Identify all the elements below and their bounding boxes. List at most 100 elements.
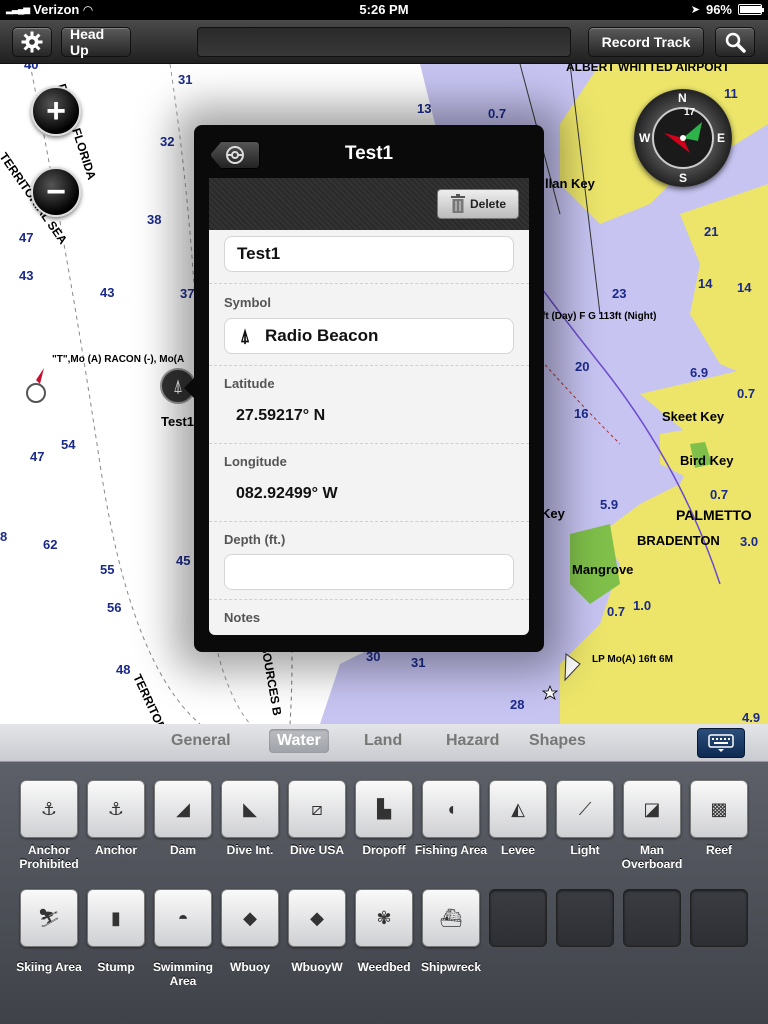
light-icon: ⟋ [578, 798, 592, 819]
compass-north: N [678, 91, 687, 105]
symbol-label: Swimming Area [152, 960, 213, 988]
depth-sounding: 20 [575, 359, 590, 374]
wbuoyw-icon: ◆ [310, 907, 324, 928]
symbol-button-man-overboard[interactable]: ◪ [623, 780, 681, 838]
symbol-label: Man Overboard [621, 843, 683, 871]
tab-land[interactable]: Land [364, 732, 402, 750]
symbol-button-weedbed[interactable]: ✾ [355, 889, 413, 947]
symbol-label: Stump [97, 960, 135, 974]
depth-sounding: 43 [19, 268, 34, 283]
mangrove-label: Mangrove [572, 562, 634, 577]
symbol-button-wbuoyw[interactable]: ◆ [288, 889, 346, 947]
tab-general[interactable]: General [171, 732, 231, 750]
status-bar: ▂▃▄▅ Verizon ◠ 5:26 PM ➤ 96% [0, 0, 768, 20]
compass[interactable]: N S E W 17 [634, 89, 732, 187]
delete-button[interactable]: Delete [437, 189, 519, 219]
top-toolbar: Head Up Record Track [0, 20, 768, 64]
symbol-button-skiing-area[interactable]: ⛷ [20, 889, 78, 947]
symbol-button-dive-int[interactable]: ◣ [221, 780, 279, 838]
depth-sounding: 1.0 [633, 598, 652, 613]
tab-water[interactable]: Water [269, 729, 329, 753]
symbol-button-shipwreck[interactable]: ⛴ [422, 889, 480, 947]
symbol-button-reef[interactable]: ▩ [690, 780, 748, 838]
symbol-label: Reef [705, 843, 732, 857]
settings-button[interactable] [12, 27, 52, 57]
symbol-button-wbuoy[interactable]: ◆ [221, 889, 279, 947]
anchor-icon: ⚓ [107, 798, 125, 819]
symbol-field[interactable]: ⍋ Radio Beacon [224, 318, 514, 354]
zoom-in-button[interactable]: + [31, 86, 81, 136]
reef-icon: ▩ [710, 798, 728, 819]
waypoint-detail-popup: Test1 Delete Test1 Symbol ⍋ Radio Beacon [184, 125, 544, 652]
depth-sounding: 21 [704, 224, 719, 239]
depth-sounding: 47 [30, 449, 45, 464]
depth-sounding: 5.9 [600, 497, 619, 512]
light-label: LP Mo(A) 16ft 6M [592, 654, 673, 665]
symbol-button-anchor-prohibited[interactable]: ⚓ [20, 780, 78, 838]
popup-form: Test1 Symbol ⍋ Radio Beacon Latitude 27.… [209, 230, 529, 635]
depth-sounding: 4.9 [742, 710, 761, 724]
symbol-label: WbuoyW [291, 960, 343, 974]
key-label-2: Key [541, 506, 565, 521]
symbol-button-levee[interactable]: ◭ [489, 780, 547, 838]
symbol-label: Dive Int. [226, 843, 274, 857]
symbol-button-swimming-area[interactable]: ◓ [154, 889, 212, 947]
empty-symbol-slot [623, 889, 681, 947]
search-button[interactable] [715, 27, 755, 57]
symbol-button-dam[interactable]: ◢ [154, 780, 212, 838]
popup-title: Test1 [344, 143, 394, 164]
depth-sounding: 0.7 [488, 106, 507, 121]
depth-field[interactable] [224, 554, 514, 590]
record-track-button[interactable]: Record Track [588, 27, 704, 57]
depth-sounding: 38 [147, 212, 162, 227]
radio-beacon-icon: ⍋ [172, 375, 184, 396]
symbol-grid: Anchor Prohibited ⚓ Anchor ⚓ Dam ◢ Dive Int. ◣ D… [0, 762, 768, 1024]
symbol-button-dive-usa[interactable]: ⧄ [288, 780, 346, 838]
symbol-label: Anchor [95, 843, 137, 857]
name-field[interactable]: Test1 [224, 236, 514, 272]
swimming-icon: ◓ [177, 907, 189, 928]
depth-sounding: 23 [612, 286, 627, 301]
light-characteristic-label: ft (Day) F G 113ft (Night) [542, 311, 657, 322]
symbol-label: Symbol [224, 295, 271, 310]
latitude-label: Latitude [224, 376, 275, 391]
symbol-label: Dive USA [289, 843, 345, 857]
location-arrow-icon: ➤ [690, 4, 700, 16]
battery-percent: 96% [705, 2, 732, 17]
keyboard-button[interactable] [697, 728, 745, 758]
skeet-key-label: Skeet Key [662, 409, 725, 424]
airport-label: ALBERT WHITTED AIRPORT [566, 64, 730, 74]
longitude-label: Longitude [224, 454, 287, 469]
shipwreck-icon: ⛴ [439, 907, 463, 928]
dam-icon: ◢ [176, 798, 190, 819]
key-label: llan Key [545, 176, 595, 191]
symbol-button-fishing-area[interactable]: ◖ [422, 780, 480, 838]
latitude-value[interactable]: 27.59217° N [236, 407, 325, 425]
depth-sounding: 54 [61, 437, 76, 452]
depth-sounding: 62 [43, 537, 58, 552]
popup-action-bar: Delete [209, 178, 529, 230]
head-up-button[interactable]: Head Up [61, 26, 131, 58]
symbol-button-light[interactable]: ⟋ [556, 780, 614, 838]
battery-icon [738, 4, 764, 15]
longitude-value[interactable]: 082.92499° W [236, 485, 338, 503]
minus-icon: − [46, 172, 66, 211]
compass-east: E [717, 131, 726, 145]
compass-heading: 17 [684, 107, 696, 118]
plus-icon: + [46, 91, 66, 130]
symbol-label: Wbuoy [230, 960, 270, 974]
depth-sounding: 3.0 [740, 534, 759, 549]
symbol-button-dropoff[interactable]: ▙ [355, 780, 413, 838]
symbol-label: Dam [169, 843, 196, 857]
anchor-prohibited-icon: ⚓ [40, 798, 58, 819]
symbol-button-anchor[interactable]: ⚓ [87, 780, 145, 838]
tab-hazard[interactable]: Hazard [446, 732, 499, 750]
symbol-button-stump[interactable]: ▮ [87, 889, 145, 947]
zoom-out-button[interactable]: − [31, 167, 81, 217]
tab-shapes[interactable]: Shapes [529, 732, 586, 750]
depth-label: Depth (ft.) [224, 532, 286, 547]
depth-sounding: 40 [24, 64, 39, 72]
clock: 5:26 PM [359, 2, 409, 17]
depth-sounding: 6.9 [690, 365, 709, 380]
depth-sounding: 16 [574, 406, 589, 421]
